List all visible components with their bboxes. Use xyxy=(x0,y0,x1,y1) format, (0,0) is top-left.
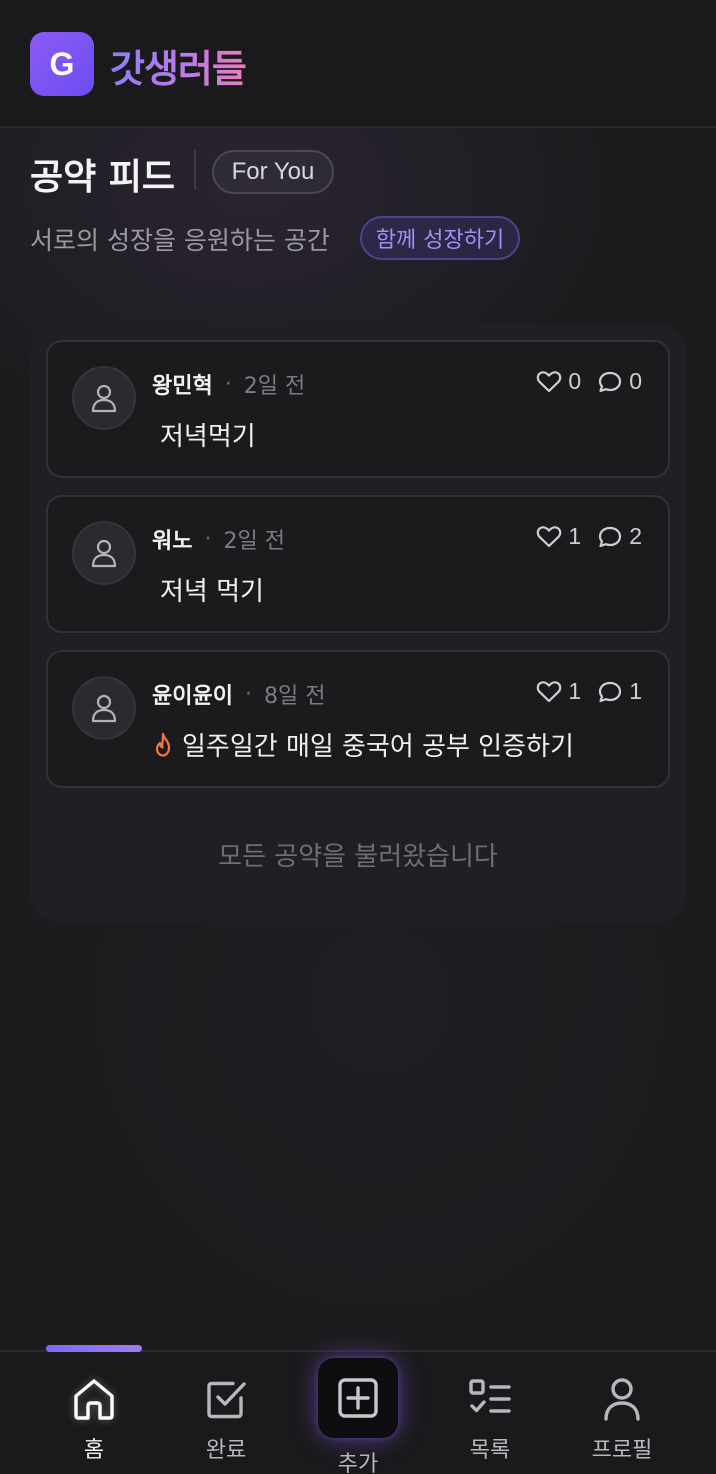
title-divider xyxy=(194,150,196,190)
bottom-nav: 홈 완료 추가 목록 프로필 xyxy=(0,1345,716,1474)
meta-separator: · xyxy=(244,681,252,707)
nav-list[interactable]: 목록 xyxy=(440,1376,540,1464)
check-square-icon xyxy=(207,1381,246,1419)
comment-count: 1 xyxy=(629,678,642,704)
like-button[interactable]: 1 xyxy=(536,523,581,550)
post-text-label: 일주일간 매일 중국어 공부 인증하기 xyxy=(182,732,574,762)
heart-icon xyxy=(537,370,562,392)
user-icon xyxy=(91,694,117,723)
user-icon xyxy=(604,1378,640,1421)
app-root: G 갓생러들 공약 피드 For You 서로의 성장을 응원하는 공간 함께 … xyxy=(0,0,716,1474)
like-button[interactable]: 0 xyxy=(536,368,581,395)
user-icon xyxy=(91,539,117,568)
comment-button[interactable]: 0 xyxy=(597,368,642,395)
post-text-label: 저녁먹기 xyxy=(160,422,256,452)
plus-square-icon xyxy=(338,1378,378,1418)
like-count: 0 xyxy=(568,368,582,394)
comment-count: 0 xyxy=(629,368,642,394)
logo-letter: G xyxy=(49,45,75,82)
grow-together-label: 함께 성장하기 xyxy=(375,228,505,253)
nav-list-label: 목록 xyxy=(469,1438,511,1463)
heart-icon xyxy=(537,680,562,702)
add-pledge-button[interactable] xyxy=(318,1358,398,1438)
feed-card[interactable]: 워노 · 2일 전 1 2 저녁 먹기 xyxy=(46,495,670,633)
post-meta: 워노 · 2일 전 xyxy=(152,523,285,555)
heart-icon xyxy=(537,525,562,547)
comment-button[interactable]: 2 xyxy=(597,523,642,550)
post-stats: 0 0 xyxy=(536,368,642,395)
like-count: 1 xyxy=(568,523,582,549)
feed-card[interactable]: 윤이윤이 · 8일 전 1 1 일주일간 매일 중국어 공부 인증하기 xyxy=(46,650,670,788)
nav-complete-label: 완료 xyxy=(205,1438,247,1463)
post-text: 일주일간 매일 중국어 공부 인증하기 xyxy=(152,726,574,763)
for-you-label: For You xyxy=(231,158,315,185)
for-you-filter-chip[interactable]: For You xyxy=(212,150,334,194)
author-name[interactable]: 왕민혁 xyxy=(152,368,213,400)
post-stats: 1 2 xyxy=(536,523,642,550)
comment-icon xyxy=(599,681,622,702)
avatar[interactable] xyxy=(72,521,136,585)
nav-home[interactable]: 홈 xyxy=(44,1376,144,1464)
app-header: G 갓생러들 xyxy=(0,0,716,128)
post-time: 8일 전 xyxy=(263,684,326,709)
author-name[interactable]: 워노 xyxy=(152,523,192,555)
nav-profile[interactable]: 프로필 xyxy=(572,1376,672,1464)
comment-icon xyxy=(599,526,622,547)
end-of-feed-message: 모든 공약을 불러왔습니다 xyxy=(218,842,498,872)
like-count: 1 xyxy=(568,678,582,704)
avatar[interactable] xyxy=(72,676,136,740)
post-text: 저녁먹기 xyxy=(160,416,256,453)
user-icon xyxy=(91,384,117,413)
meta-separator: · xyxy=(204,526,212,552)
comment-button[interactable]: 1 xyxy=(597,678,642,705)
fire-icon xyxy=(155,732,171,757)
avatar[interactable] xyxy=(72,366,136,430)
post-meta: 윤이윤이 · 8일 전 xyxy=(152,678,325,710)
post-meta: 왕민혁 · 2일 전 xyxy=(152,368,305,400)
feed-panel: 왕민혁 · 2일 전 0 0 저녁먹기 워노 · 2일 전 1 2 저녁 먹기 … xyxy=(30,324,686,922)
app-name: 갓생러들 xyxy=(110,38,247,93)
active-tab-indicator xyxy=(46,1345,142,1352)
list-icon xyxy=(469,1379,511,1413)
post-time: 2일 전 xyxy=(223,529,285,554)
post-time: 2일 전 xyxy=(243,374,306,399)
grow-together-badge: 함께 성장하기 xyxy=(360,216,520,260)
comment-count: 2 xyxy=(629,523,642,549)
author-name[interactable]: 윤이윤이 xyxy=(152,678,233,710)
nav-add-label: 추가 xyxy=(337,1452,379,1474)
nav-complete[interactable]: 완료 xyxy=(176,1376,276,1464)
meta-separator: · xyxy=(224,371,232,397)
nav-profile-label: 프로필 xyxy=(591,1438,653,1463)
nav-home-label: 홈 xyxy=(83,1438,105,1463)
post-text: 저녁 먹기 xyxy=(160,571,264,608)
app-logo[interactable]: G xyxy=(30,32,94,96)
feed-card[interactable]: 왕민혁 · 2일 전 0 0 저녁먹기 xyxy=(46,340,670,478)
page-title: 공약 피드 xyxy=(30,157,176,198)
post-text-label: 저녁 먹기 xyxy=(160,577,264,607)
like-button[interactable]: 1 xyxy=(536,678,581,705)
home-icon xyxy=(74,1379,114,1420)
page-subtitle: 서로의 성장을 응원하는 공간 xyxy=(30,226,330,255)
comment-icon xyxy=(599,371,622,392)
post-stats: 1 1 xyxy=(536,678,642,705)
